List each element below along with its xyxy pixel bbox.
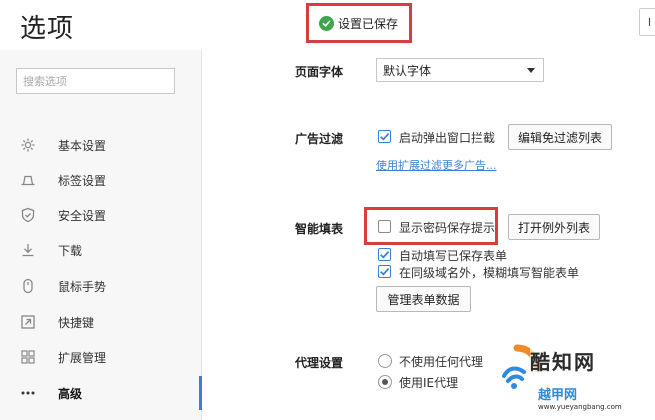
download-icon (20, 242, 36, 258)
font-select[interactable]: 默认字体 (376, 58, 544, 82)
popup-block-label: 启动弹出窗口拦截 (399, 131, 496, 145)
chevron-down-icon (527, 68, 535, 73)
extension-filter-link[interactable]: 使用扩展过滤更多广告... (376, 157, 497, 173)
watermark-name: 酷知网 (530, 346, 596, 375)
autofill-saved-checkbox[interactable] (378, 248, 391, 261)
mouse-icon (20, 278, 36, 294)
check-circle-icon (319, 15, 334, 31)
font-select-value: 默认字体 (383, 63, 432, 78)
sidebar-item-tabs[interactable]: 标签设置 (0, 163, 202, 197)
search-input[interactable] (16, 68, 175, 94)
sidebar-item-label: 高级 (58, 386, 83, 401)
watermark-sub: 越甲网 (538, 384, 578, 403)
more-icon (20, 385, 36, 401)
proxy-ie-label: 使用IE代理 (399, 376, 459, 390)
proxy-section-label: 代理设置 (295, 356, 344, 370)
sidebar-item-label: 安全设置 (58, 208, 107, 223)
tab-icon (20, 172, 36, 188)
sidebar-item-label: 快捷键 (58, 315, 95, 330)
show-password-prompt-checkbox[interactable] (378, 220, 391, 233)
gear-icon (20, 137, 36, 153)
fuzzy-fill-label: 在同级域名外，模糊填写智能表单 (399, 266, 580, 280)
sidebar-item-label: 鼠标手势 (58, 279, 107, 294)
sidebar-item-label: 扩展管理 (58, 350, 107, 365)
show-password-prompt-label: 显示密码保存提示 (399, 221, 496, 235)
font-section-label: 页面字体 (295, 65, 344, 79)
watermark: 酷知网 越甲网 www.yueyangbang.com (490, 340, 650, 420)
saved-notice-text: 设置已保存 (338, 16, 399, 31)
saved-notice: 设置已保存 (306, 3, 412, 43)
sidebar: 基本设置 标签设置 安全设置 下载 鼠标手势 快捷键 扩展管理 (0, 50, 202, 420)
edge-button[interactable]: I (639, 8, 655, 36)
sidebar-item-advanced[interactable]: 高级 (0, 376, 202, 410)
sidebar-item-label: 下载 (58, 243, 83, 258)
page-title: 选项 (20, 14, 75, 44)
watermark-url: www.yueyangbang.com (538, 403, 622, 411)
proxy-none-label: 不使用任何代理 (399, 355, 484, 369)
autofill-section-label: 智能填表 (295, 222, 344, 236)
sidebar-item-security[interactable]: 安全设置 (0, 198, 202, 232)
sidebar-item-basic[interactable]: 基本设置 (0, 128, 202, 162)
sidebar-item-extensions[interactable]: 扩展管理 (0, 340, 202, 374)
manage-form-data-button[interactable]: 管理表单数据 (376, 286, 471, 312)
fuzzy-fill-checkbox[interactable] (378, 265, 391, 278)
ad-section-label: 广告过滤 (295, 132, 344, 146)
open-exceptions-button[interactable]: 打开例外列表 (508, 214, 600, 240)
sidebar-item-label: 基本设置 (58, 138, 107, 153)
sidebar-item-label: 标签设置 (58, 173, 107, 188)
autofill-saved-label: 自动填写已保存表单 (399, 249, 508, 263)
header: 选项 设置已保存 I (0, 0, 655, 50)
edit-filter-list-button[interactable]: 编辑免过滤列表 (508, 124, 612, 150)
shortcut-icon (20, 314, 36, 330)
shield-icon (20, 207, 36, 223)
sidebar-item-download[interactable]: 下载 (0, 233, 202, 267)
proxy-ie-radio[interactable] (378, 375, 392, 389)
sidebar-item-mouse-gestures[interactable]: 鼠标手势 (0, 269, 202, 303)
extensions-icon (20, 349, 36, 365)
sidebar-item-shortcuts[interactable]: 快捷键 (0, 305, 202, 339)
proxy-none-radio[interactable] (378, 354, 392, 368)
popup-block-checkbox[interactable] (378, 130, 391, 143)
